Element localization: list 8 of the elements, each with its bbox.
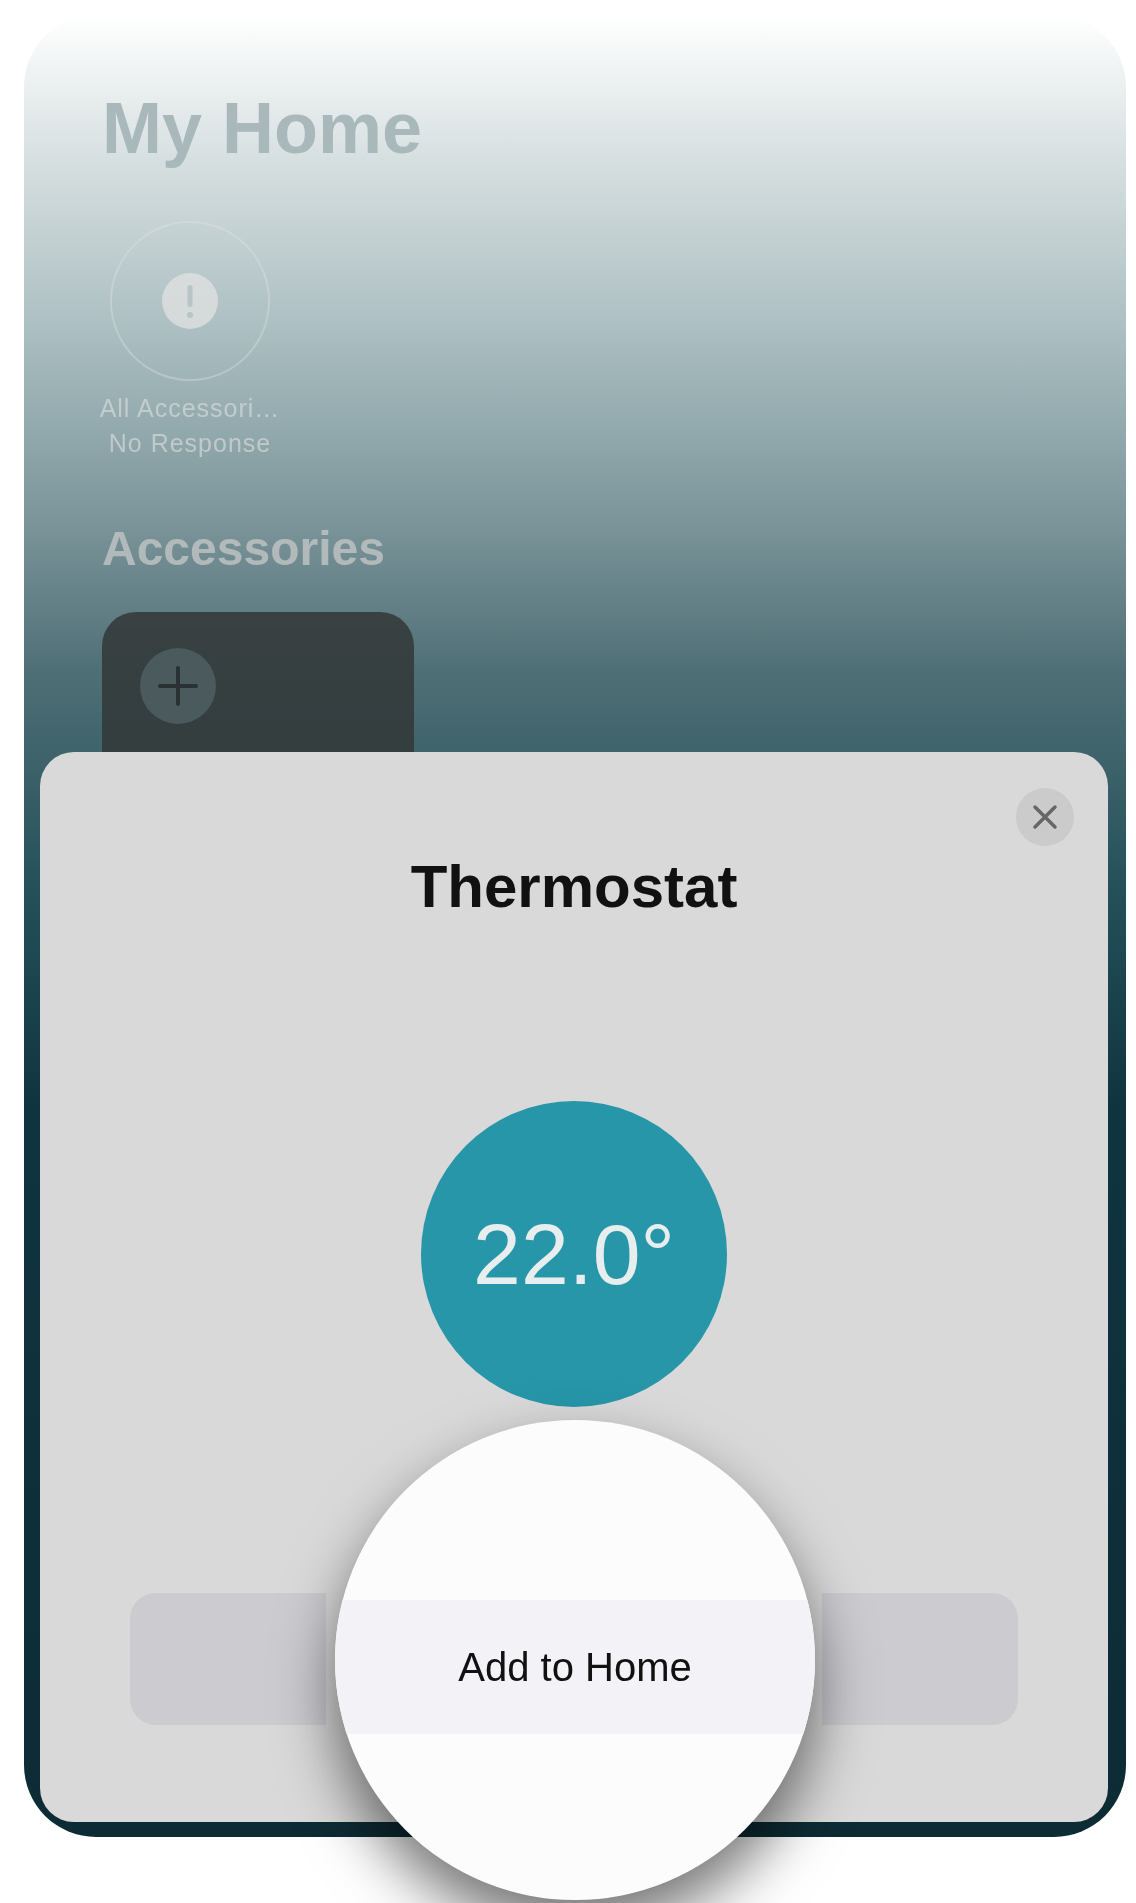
add-icon [140, 648, 216, 724]
sheet-title: Thermostat [410, 852, 738, 921]
status-tile[interactable] [110, 221, 270, 381]
add-to-home-button[interactable]: Add to Home [335, 1600, 815, 1734]
section-title: Accessories [102, 521, 385, 576]
close-icon [1032, 804, 1058, 830]
alert-icon [162, 273, 218, 329]
home-title: My Home [102, 87, 423, 169]
